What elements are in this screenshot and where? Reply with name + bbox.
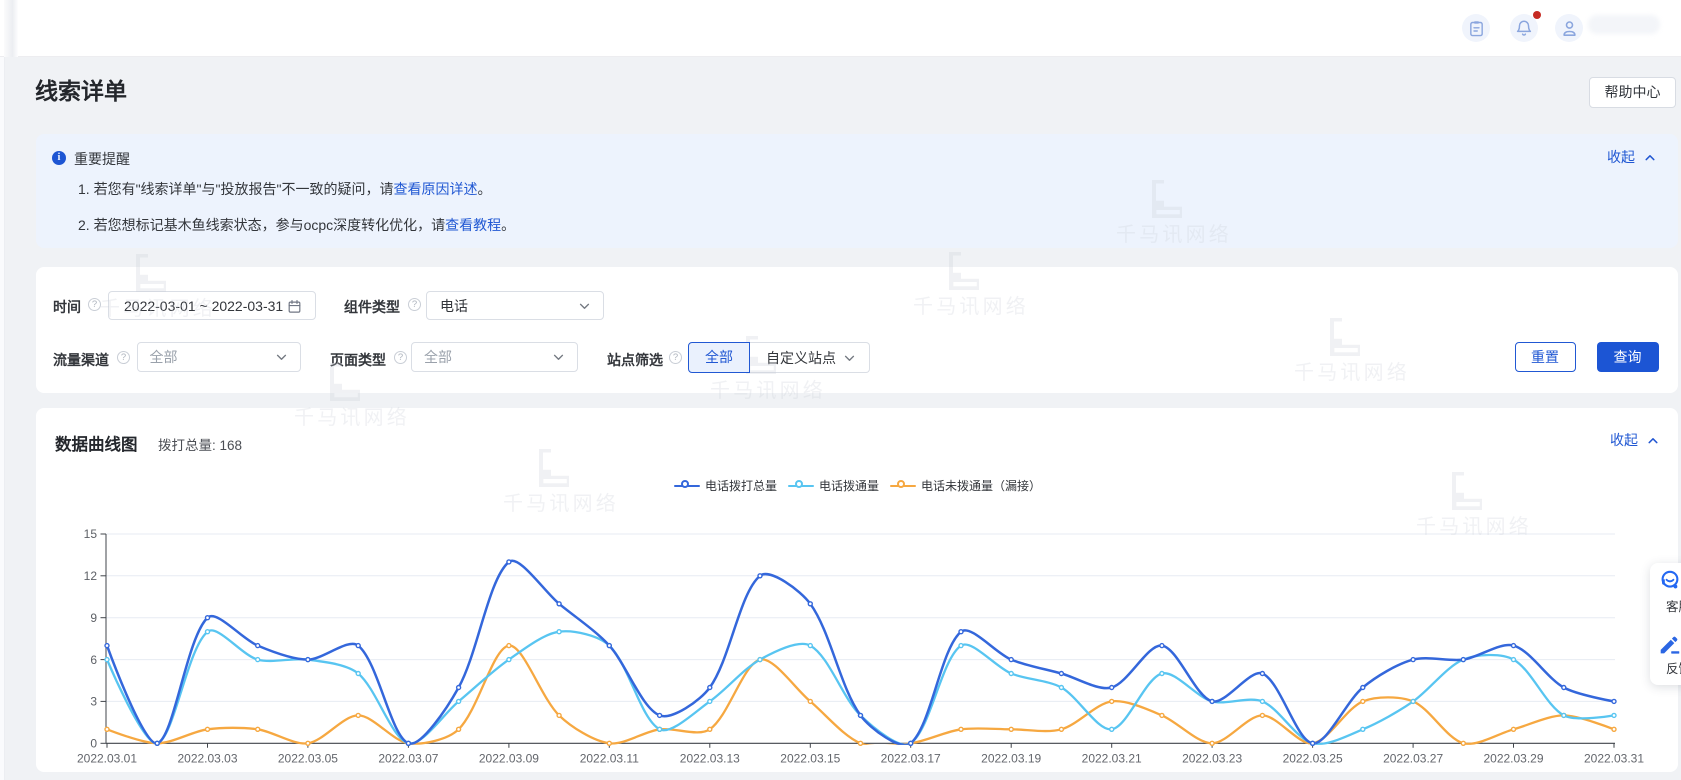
- svg-text:2022.03.09: 2022.03.09: [479, 752, 539, 766]
- svg-text:2022.03.11: 2022.03.11: [580, 752, 639, 766]
- svg-text:15: 15: [84, 527, 98, 541]
- svg-text:0: 0: [90, 737, 97, 751]
- svg-text:2022.03.23: 2022.03.23: [1182, 752, 1242, 766]
- svg-text:2022.03.29: 2022.03.29: [1483, 752, 1543, 766]
- svg-text:2022.03.25: 2022.03.25: [1283, 752, 1343, 766]
- svg-text:3: 3: [90, 695, 97, 709]
- svg-text:2022.03.21: 2022.03.21: [1082, 752, 1142, 766]
- svg-text:2022.03.31: 2022.03.31: [1584, 752, 1644, 766]
- svg-text:9: 9: [90, 611, 97, 625]
- svg-text:2022.03.05: 2022.03.05: [278, 752, 338, 766]
- svg-text:2022.03.07: 2022.03.07: [378, 752, 438, 766]
- svg-text:2022.03.27: 2022.03.27: [1383, 752, 1443, 766]
- svg-text:2022.03.19: 2022.03.19: [981, 752, 1041, 766]
- svg-text:2022.03.01: 2022.03.01: [77, 752, 137, 766]
- svg-text:12: 12: [84, 569, 98, 583]
- svg-text:2022.03.03: 2022.03.03: [177, 752, 237, 766]
- svg-text:2022.03.13: 2022.03.13: [680, 752, 740, 766]
- svg-text:2022.03.17: 2022.03.17: [881, 752, 941, 766]
- svg-text:2022.03.15: 2022.03.15: [780, 752, 840, 766]
- svg-text:6: 6: [90, 653, 97, 667]
